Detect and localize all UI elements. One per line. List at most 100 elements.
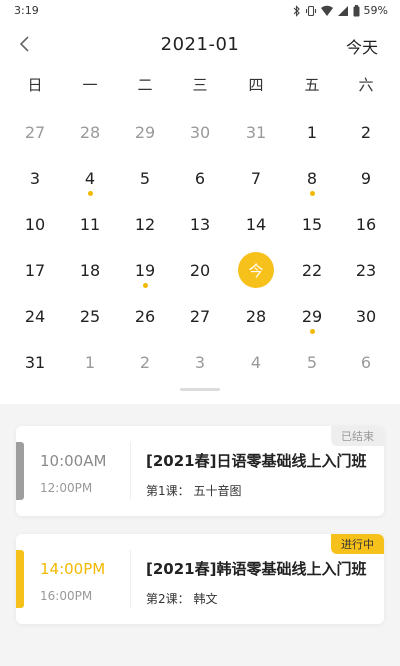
lesson-label: 第2课： 韩文 [146, 592, 218, 606]
day-cell[interactable]: 1 [290, 112, 334, 152]
day-cell[interactable]: 24 [13, 296, 57, 336]
day-cell[interactable]: 7 [234, 158, 278, 198]
day-number: 3 [194, 352, 206, 372]
day-cell[interactable]: 20 [178, 250, 222, 290]
course-card-1[interactable]: 10:00AM 12:00PM [2021春]日语零基础线上入门班 第1课： 五… [16, 426, 384, 516]
day-number: 12 [134, 214, 156, 234]
day-cell[interactable]: 5 [290, 342, 334, 382]
day-number: 30 [355, 306, 377, 326]
day-number: 6 [360, 352, 372, 372]
day-cell[interactable]: 14 [234, 204, 278, 244]
day-cell[interactable]: 30 [178, 112, 222, 152]
day-number: 19 [134, 260, 156, 280]
day-number: 31 [24, 352, 46, 372]
day-cell[interactable]: 2 [123, 342, 167, 382]
course-title: [2021春]日语零基础线上入门班 [146, 452, 367, 470]
day-number: 17 [24, 260, 46, 280]
event-dot [309, 329, 315, 334]
day-number: 2 [360, 122, 372, 142]
day-number: 28 [79, 122, 101, 142]
day-cell[interactable]: 29 [290, 296, 334, 336]
course-card-2[interactable]: 14:00PM 16:00PM [2021春]韩语零基础线上入门班 第2课： 韩… [16, 534, 384, 624]
start-time: 10:00AM [40, 452, 107, 470]
day-number: 8 [306, 168, 318, 188]
weekday-label: 一 [82, 76, 98, 94]
day-number: 10 [24, 214, 46, 234]
day-cell[interactable]: 22 [290, 250, 334, 290]
status-badge: 进行中 [331, 534, 384, 554]
day-cell[interactable]: 6 [344, 342, 388, 382]
wifi-icon [320, 5, 333, 17]
day-number: 6 [194, 168, 206, 188]
end-time: 16:00PM [40, 589, 93, 603]
day-cell[interactable]: 6 [178, 158, 222, 198]
day-cell[interactable]: 29 [123, 112, 167, 152]
day-grid: 27 28 29 30 31 1 2 3 4 5 6 7 8 9 10 11 12 13 14 15 16 17 18 19 2… [0, 112, 400, 388]
day-number: 31 [245, 122, 267, 142]
day-number: 3 [29, 168, 41, 188]
event-dot [87, 191, 93, 196]
day-cell[interactable]: 17 [13, 250, 57, 290]
divider [130, 550, 131, 608]
day-cell[interactable]: 23 [344, 250, 388, 290]
day-number: 13 [189, 214, 211, 234]
day-number: 7 [250, 168, 262, 188]
day-number: 29 [301, 306, 323, 326]
day-cell[interactable]: 3 [178, 342, 222, 382]
status-accent-bar [16, 550, 24, 608]
course-title: [2021春]韩语零基础线上入门班 [146, 560, 367, 578]
status-badge: 已结束 [331, 426, 384, 446]
day-cell[interactable]: 3 [13, 158, 57, 198]
end-time: 12:00PM [40, 481, 93, 495]
day-number: 26 [134, 306, 156, 326]
day-number: 1 [84, 352, 96, 372]
day-cell[interactable]: 1 [68, 342, 112, 382]
day-cell[interactable]: 4 [68, 158, 112, 198]
day-cell[interactable]: 25 [68, 296, 112, 336]
day-cell[interactable]: 27 [13, 112, 57, 152]
day-cell[interactable]: 31 [13, 342, 57, 382]
day-cell[interactable]: 18 [68, 250, 112, 290]
day-cell[interactable]: 31 [234, 112, 278, 152]
day-cell[interactable]: 28 [68, 112, 112, 152]
day-cell[interactable]: 15 [290, 204, 334, 244]
day-cell[interactable]: 2 [344, 112, 388, 152]
day-cell[interactable]: 28 [234, 296, 278, 336]
day-cell[interactable]: 11 [68, 204, 112, 244]
weekday-label: 日 [27, 76, 43, 94]
day-cell[interactable]: 8 [290, 158, 334, 198]
day-cell[interactable]: 10 [13, 204, 57, 244]
day-cell[interactable]: 9 [344, 158, 388, 198]
day-cell[interactable]: 13 [178, 204, 222, 244]
day-cell[interactable]: 16 [344, 204, 388, 244]
weekday-label: 六 [358, 76, 374, 94]
day-number: 9 [360, 168, 372, 188]
day-cell[interactable]: 19 [123, 250, 167, 290]
day-number: 27 [189, 306, 211, 326]
weekday-label: 五 [304, 76, 320, 94]
drag-handle[interactable] [180, 388, 220, 391]
day-cell[interactable]: 27 [178, 296, 222, 336]
day-number: 5 [306, 352, 318, 372]
day-cell[interactable]: 26 [123, 296, 167, 336]
day-number: 23 [355, 260, 377, 280]
day-number: 27 [24, 122, 46, 142]
status-icons: 59% [293, 4, 388, 17]
today-button[interactable]: 今天 [346, 34, 378, 58]
day-cell[interactable]: 12 [123, 204, 167, 244]
day-number: 25 [79, 306, 101, 326]
lesson-label: 第1课： 五十音图 [146, 484, 242, 498]
day-number: 20 [189, 260, 211, 280]
signal-icon [337, 5, 349, 17]
day-cell[interactable]: 4 [234, 342, 278, 382]
status-bar: 3:19 59% [0, 0, 400, 22]
day-cell[interactable]: 5 [123, 158, 167, 198]
day-number: 16 [355, 214, 377, 234]
day-cell-today[interactable]: 今 [234, 250, 278, 290]
day-cell[interactable]: 30 [344, 296, 388, 336]
bluetooth-icon [293, 4, 301, 17]
weekday-label: 三 [192, 76, 208, 94]
day-number: 今 [238, 252, 274, 288]
start-time: 14:00PM [40, 560, 106, 578]
day-number: 24 [24, 306, 46, 326]
